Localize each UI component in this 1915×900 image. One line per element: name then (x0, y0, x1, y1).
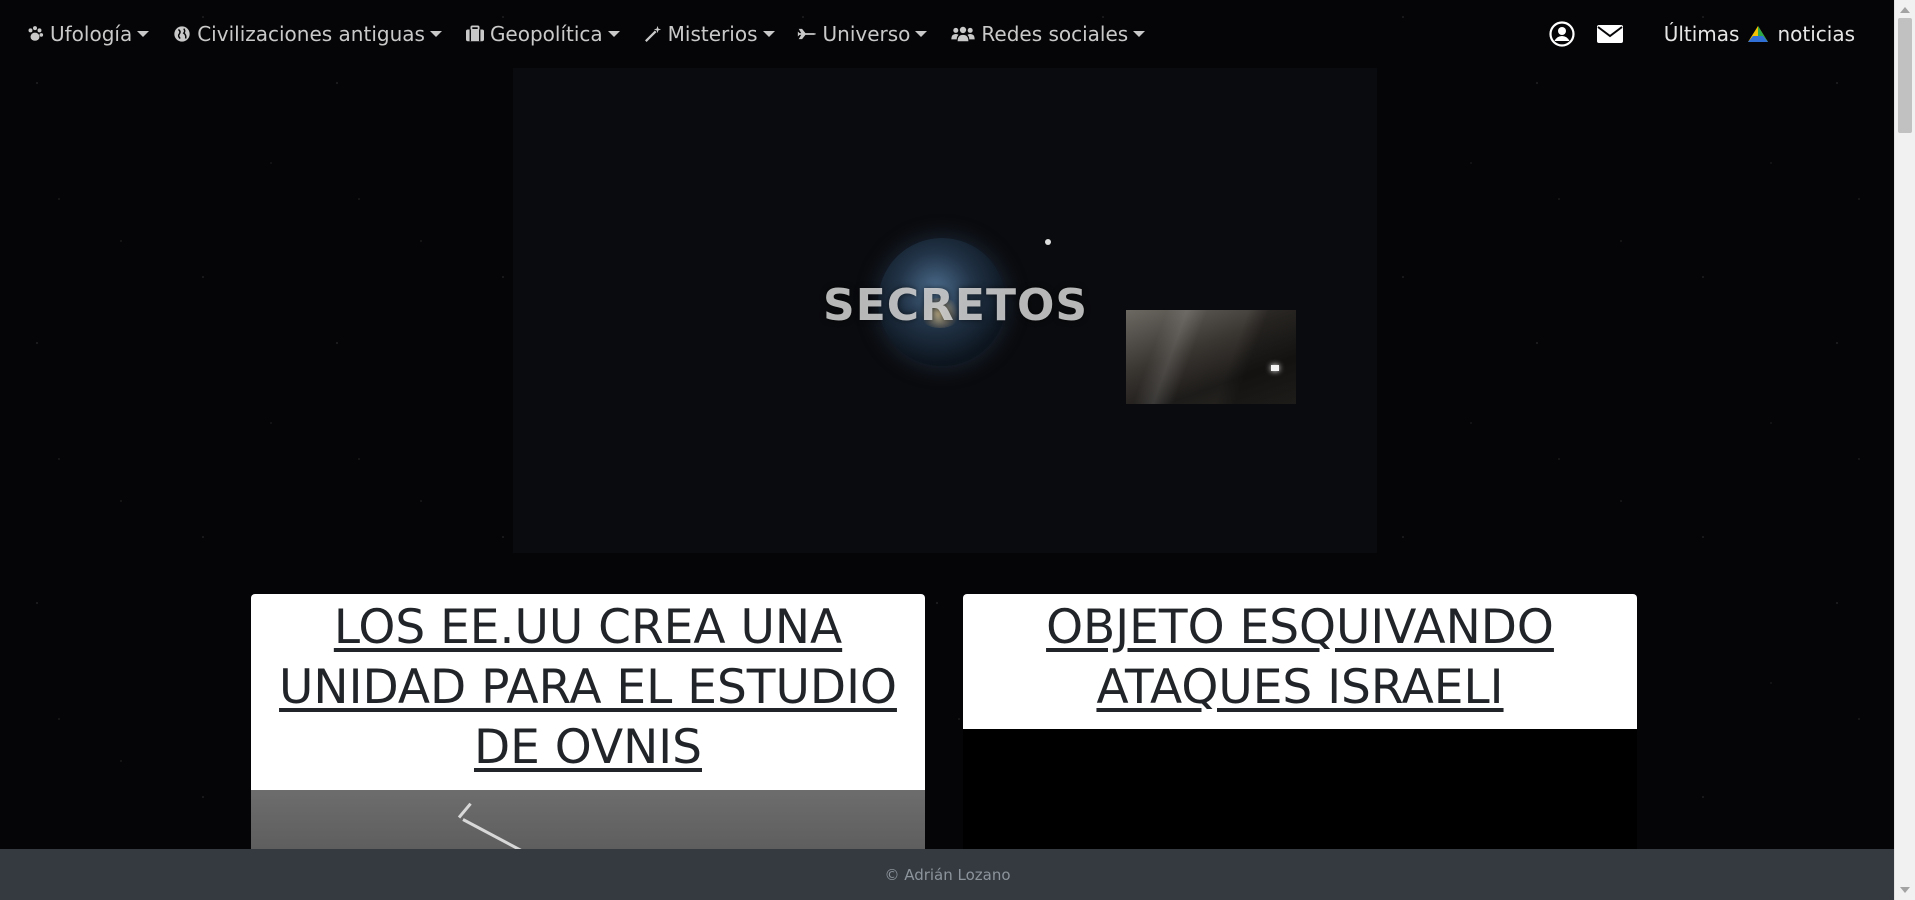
nav-item-label: Redes sociales (981, 22, 1129, 46)
article-card: LOS EE.UU CREA UNA UNIDAD PARA EL ESTUDI… (251, 594, 925, 854)
mail-button[interactable] (1596, 20, 1624, 48)
article-video[interactable] (963, 729, 1637, 854)
user-circle-icon (1549, 21, 1575, 47)
article-title-link[interactable]: LOS EE.UU CREA UNA UNIDAD PARA EL ESTUDI… (251, 594, 925, 778)
top-navbar: Ufología Civilizaciones antiguas Geopolí… (0, 0, 1895, 68)
nav-right: Últimas noticias (1528, 0, 1855, 68)
nav-menu: Ufología Civilizaciones antiguas Geopolí… (0, 22, 1167, 46)
hero-thumbnail (1126, 310, 1296, 404)
nav-item-universo[interactable]: Universo (797, 22, 928, 46)
nav-item-ufologia[interactable]: Ufología (24, 22, 150, 46)
thumbnail-light (1271, 365, 1279, 371)
nav-item-label: Civilizaciones antiguas (197, 22, 425, 46)
scroll-down-icon[interactable] (1900, 887, 1910, 893)
news-label-before: Últimas (1663, 22, 1740, 46)
nav-item-label: Ufología (50, 22, 133, 46)
hero-title: SECRETOS (823, 280, 1089, 331)
paw-icon (24, 23, 46, 45)
account-button[interactable] (1548, 20, 1576, 48)
article-card: OBJETO ESQUIVANDO ATAQUES ISRAELI (963, 594, 1637, 854)
page-scrollbar[interactable] (1894, 0, 1915, 900)
scrollbar-thumb[interactable] (1898, 18, 1912, 133)
moon-image (1045, 239, 1051, 245)
chevron-down-icon (607, 31, 620, 37)
nav-item-misterios[interactable]: Misterios (642, 22, 775, 46)
envelope-icon (1596, 25, 1623, 43)
nav-item-redes-sociales[interactable]: Redes sociales (949, 22, 1146, 46)
latest-news-link[interactable]: Últimas noticias (1664, 22, 1855, 46)
globe-icon (171, 23, 193, 45)
scroll-up-icon[interactable] (1900, 7, 1910, 13)
chevron-down-icon (137, 31, 150, 37)
users-icon (949, 23, 977, 45)
chevron-down-icon (915, 31, 928, 37)
footer: © Adrián Lozano (0, 849, 1895, 900)
article-image[interactable] (251, 790, 925, 854)
chevron-down-icon (1133, 31, 1146, 37)
news-label-after: noticias (1777, 22, 1855, 46)
article-title-link[interactable]: OBJETO ESQUIVANDO ATAQUES ISRAELI (963, 594, 1637, 718)
chevron-down-icon (429, 31, 442, 37)
nav-item-label: Universo (822, 22, 911, 46)
chevron-down-icon (762, 31, 775, 37)
footer-copyright: © Adrián Lozano (884, 865, 1011, 884)
magic-wand-icon (642, 23, 664, 45)
fighter-jet-icon (797, 23, 819, 45)
triangle-flag-icon (1748, 26, 1769, 42)
hero-video[interactable]: SECRETOS (513, 68, 1377, 553)
briefcase-icon (464, 23, 486, 45)
nav-item-civilizaciones[interactable]: Civilizaciones antiguas (171, 22, 442, 46)
nav-item-label: Geopolítica (489, 22, 603, 46)
nav-item-geopolitica[interactable]: Geopolítica (464, 22, 620, 46)
nav-item-label: Misterios (667, 22, 758, 46)
image-detail (457, 802, 472, 819)
